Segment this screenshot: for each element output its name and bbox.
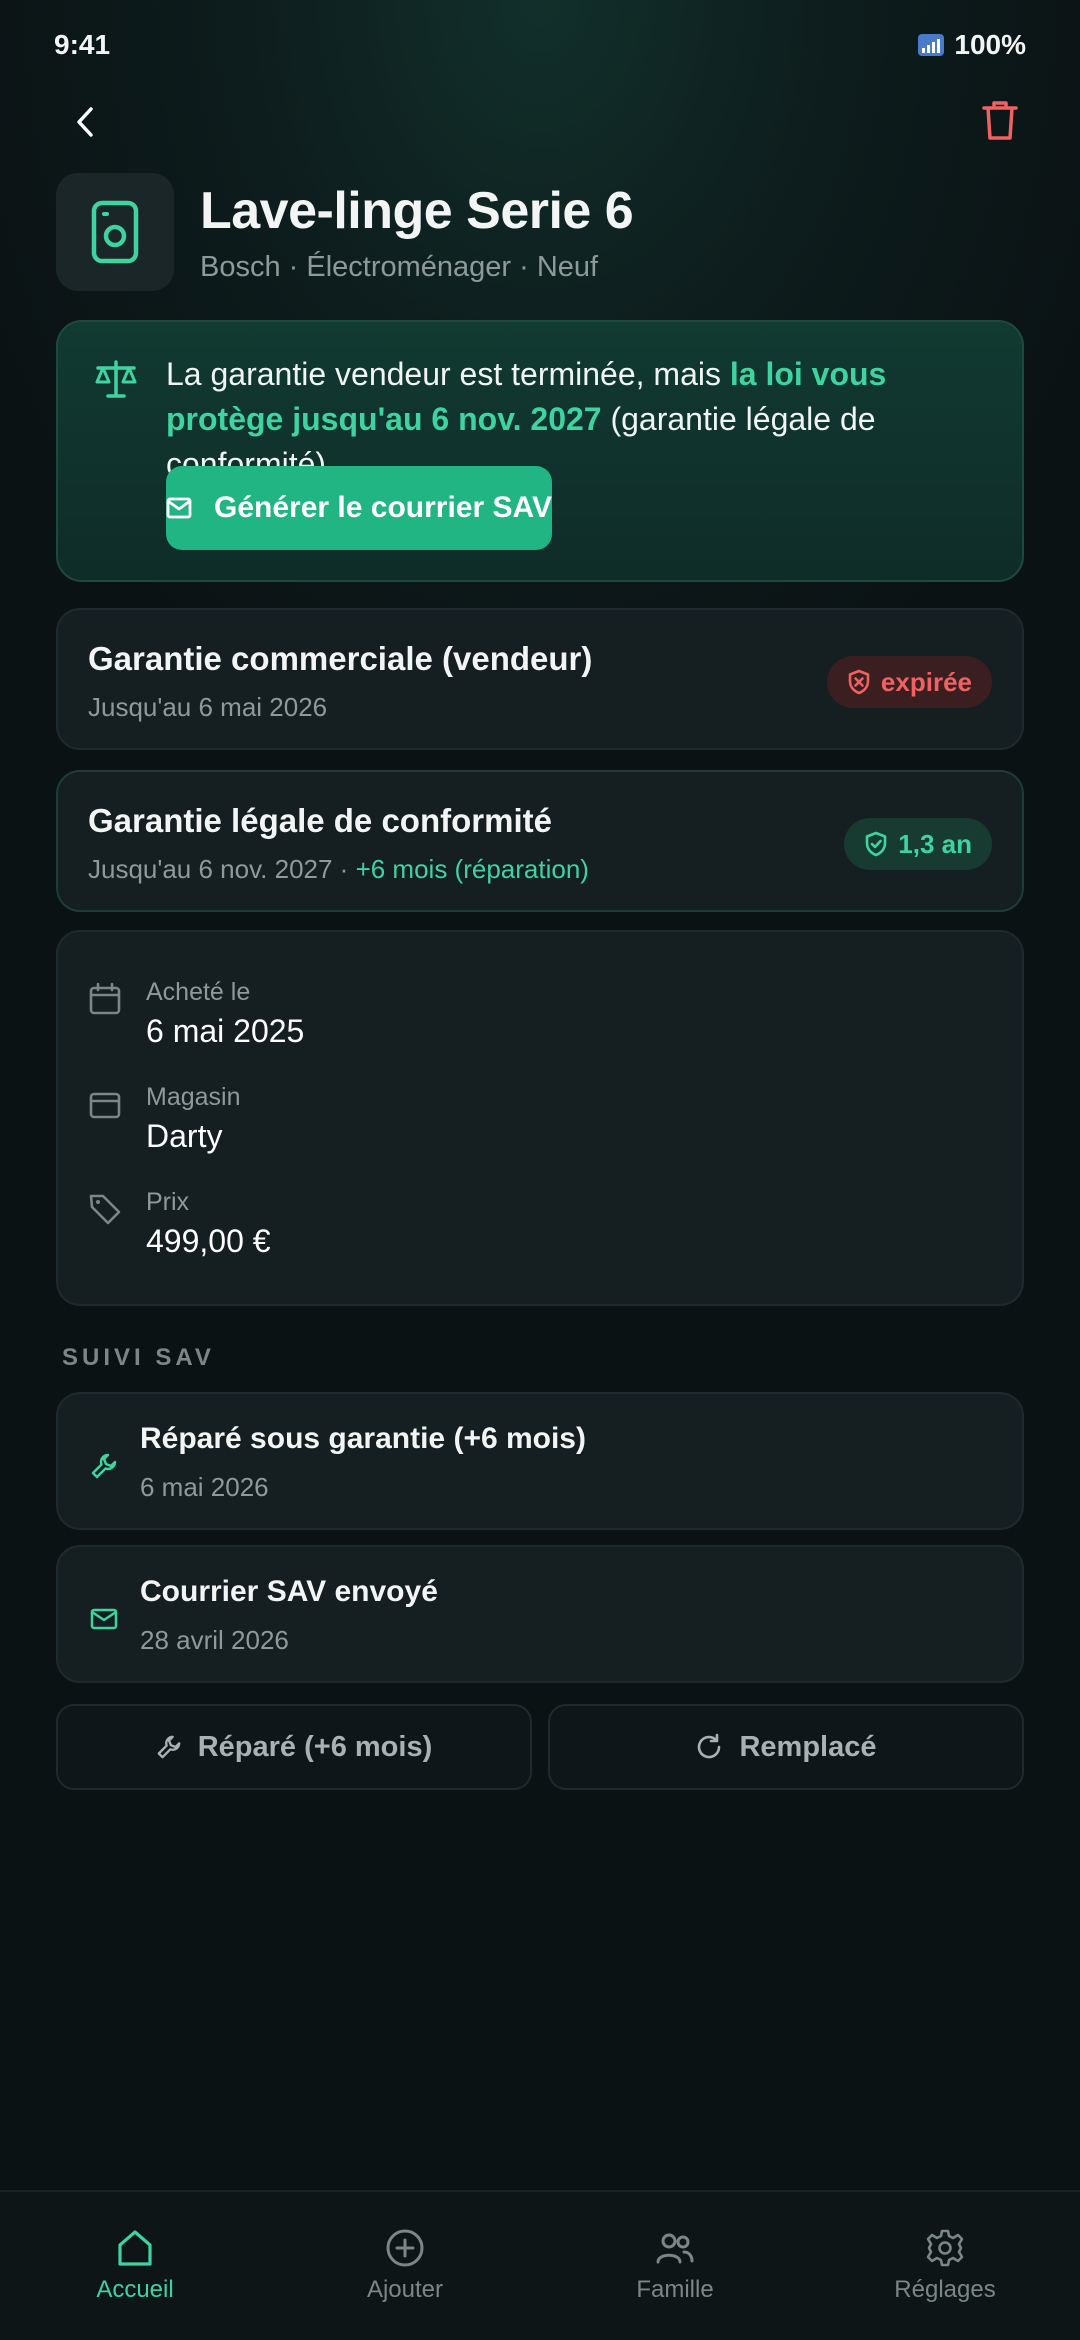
nav-item-home[interactable]: Accueil bbox=[0, 2192, 270, 2340]
delete-button[interactable] bbox=[976, 96, 1024, 144]
scale-icon bbox=[95, 360, 137, 398]
sav-item-date: 6 mai 2026 bbox=[140, 1472, 269, 1502]
calendar-icon bbox=[89, 982, 121, 1015]
sav-item[interactable]: Courrier SAV envoyé 28 avril 2026 bbox=[56, 1545, 1024, 1683]
sav-item-title: Courrier SAV envoyé bbox=[140, 1575, 438, 1608]
washing-machine-icon bbox=[56, 173, 174, 291]
trash-icon bbox=[982, 101, 1018, 140]
legal-warranty-title: Garantie légale de conformité bbox=[88, 802, 552, 839]
status-badge-expired: expirée bbox=[826, 656, 992, 708]
top-bar bbox=[0, 90, 1080, 150]
status-right: 100% bbox=[918, 29, 1026, 61]
wrench-icon bbox=[157, 1735, 181, 1759]
alert-text-start: La garantie vendeur est terminée, mais bbox=[166, 356, 730, 392]
purchase-date-row: Acheté le 6 mai 2025 bbox=[88, 978, 304, 1050]
purchase-details-card: Acheté le 6 mai 2025 Magasin Darty Prix … bbox=[56, 930, 1024, 1306]
nav-label-family: Famille bbox=[636, 2276, 714, 2303]
gear-icon bbox=[926, 2229, 964, 2267]
price-label: Prix bbox=[146, 1188, 190, 1216]
store-icon bbox=[89, 1092, 121, 1119]
shield-x-icon bbox=[848, 669, 870, 695]
battery-level: 100% bbox=[954, 29, 1026, 60]
product-title: Lave-linge Serie 6 bbox=[200, 181, 634, 240]
legal-warranty-extension: +6 mois (réparation) bbox=[355, 854, 589, 884]
commercial-warranty-title: Garantie commerciale (vendeur) bbox=[88, 640, 593, 677]
purchase-date-value: 6 mai 2025 bbox=[146, 1013, 305, 1049]
refresh-icon bbox=[698, 1733, 721, 1759]
shield-check-icon bbox=[865, 831, 887, 857]
status-badge-remaining: 1,3 an bbox=[844, 818, 992, 870]
bottom-navigation: Accueil Ajouter Famille Réglages bbox=[0, 2190, 1080, 2340]
mail-icon bbox=[90, 1608, 118, 1630]
nav-item-family[interactable]: Famille bbox=[540, 2192, 810, 2340]
store-texts: Magasin Darty bbox=[146, 1083, 241, 1155]
tag-icon bbox=[89, 1194, 121, 1225]
legal-warranty-end-date: Jusqu'au 6 nov. 2027 · bbox=[88, 854, 356, 884]
commercial-warranty-date: Jusqu'au 6 mai 2026 bbox=[88, 692, 328, 722]
store-label: Magasin bbox=[146, 1083, 241, 1111]
wrench-icon bbox=[91, 1453, 117, 1479]
remaining-badge-label: 1,3 an bbox=[898, 828, 972, 859]
expired-badge-label: expirée bbox=[880, 666, 972, 697]
store-value: Darty bbox=[146, 1118, 223, 1154]
mail-icon bbox=[166, 497, 192, 519]
mark-repaired-label: Réparé (+6 mois) bbox=[197, 1730, 433, 1763]
nav-item-add[interactable]: Ajouter bbox=[270, 2192, 540, 2340]
legal-warranty-alert: La garantie vendeur est terminée, mais l… bbox=[56, 320, 1024, 582]
price-texts: Prix 499,00 € bbox=[146, 1188, 271, 1260]
generate-letter-label: Générer le courrier SAV bbox=[214, 491, 552, 524]
mark-replaced-button[interactable]: Remplacé bbox=[548, 1704, 1024, 1790]
back-button[interactable] bbox=[62, 98, 110, 146]
commercial-warranty-card[interactable]: Garantie commerciale (vendeur) Jusqu'au … bbox=[56, 608, 1024, 750]
mark-replaced-label: Remplacé bbox=[739, 1730, 877, 1763]
status-bar: 9:41 100% bbox=[0, 0, 1080, 90]
sav-section-title: SUIVI SAV bbox=[62, 1344, 215, 1371]
sav-item-date: 28 avril 2026 bbox=[140, 1625, 289, 1655]
purchase-date-label: Acheté le bbox=[146, 978, 251, 1006]
users-icon bbox=[656, 2233, 694, 2264]
sav-item[interactable]: Réparé sous garantie (+6 mois) 6 mai 202… bbox=[56, 1392, 1024, 1530]
product-subtitle: Bosch · Électroménager · Neuf bbox=[200, 250, 599, 283]
legal-warranty-card[interactable]: Garantie légale de conformité Jusqu'au 6… bbox=[56, 770, 1024, 912]
legal-warranty-date: Jusqu'au 6 nov. 2027 · +6 mois (réparati… bbox=[88, 854, 589, 885]
status-time: 9:41 bbox=[54, 29, 111, 60]
price-value: 499,00 € bbox=[146, 1223, 271, 1259]
mark-repaired-button[interactable]: Réparé (+6 mois) bbox=[56, 1704, 532, 1790]
store-row: Magasin Darty bbox=[88, 1083, 241, 1155]
nav-label-home: Accueil bbox=[96, 2276, 174, 2303]
product-header: Lave-linge Serie 6 Bosch · Électroménage… bbox=[56, 172, 1024, 292]
nav-label-add: Ajouter bbox=[366, 2276, 444, 2303]
generate-letter-button[interactable]: Générer le courrier SAV bbox=[166, 466, 552, 550]
sav-item-title: Réparé sous garantie (+6 mois) bbox=[140, 1422, 586, 1455]
signal-icon bbox=[918, 34, 945, 56]
nav-item-settings[interactable]: Réglages bbox=[810, 2192, 1080, 2340]
product-text: Lave-linge Serie 6 Bosch · Électroménage… bbox=[200, 181, 634, 284]
nav-label-settings: Réglages bbox=[894, 2276, 996, 2303]
home-icon bbox=[118, 2230, 152, 2266]
purchase-date-texts: Acheté le 6 mai 2025 bbox=[146, 978, 304, 1050]
price-row: Prix 499,00 € bbox=[88, 1188, 271, 1260]
chevron-left-icon bbox=[77, 107, 93, 137]
plus-circle-icon bbox=[386, 2229, 424, 2267]
